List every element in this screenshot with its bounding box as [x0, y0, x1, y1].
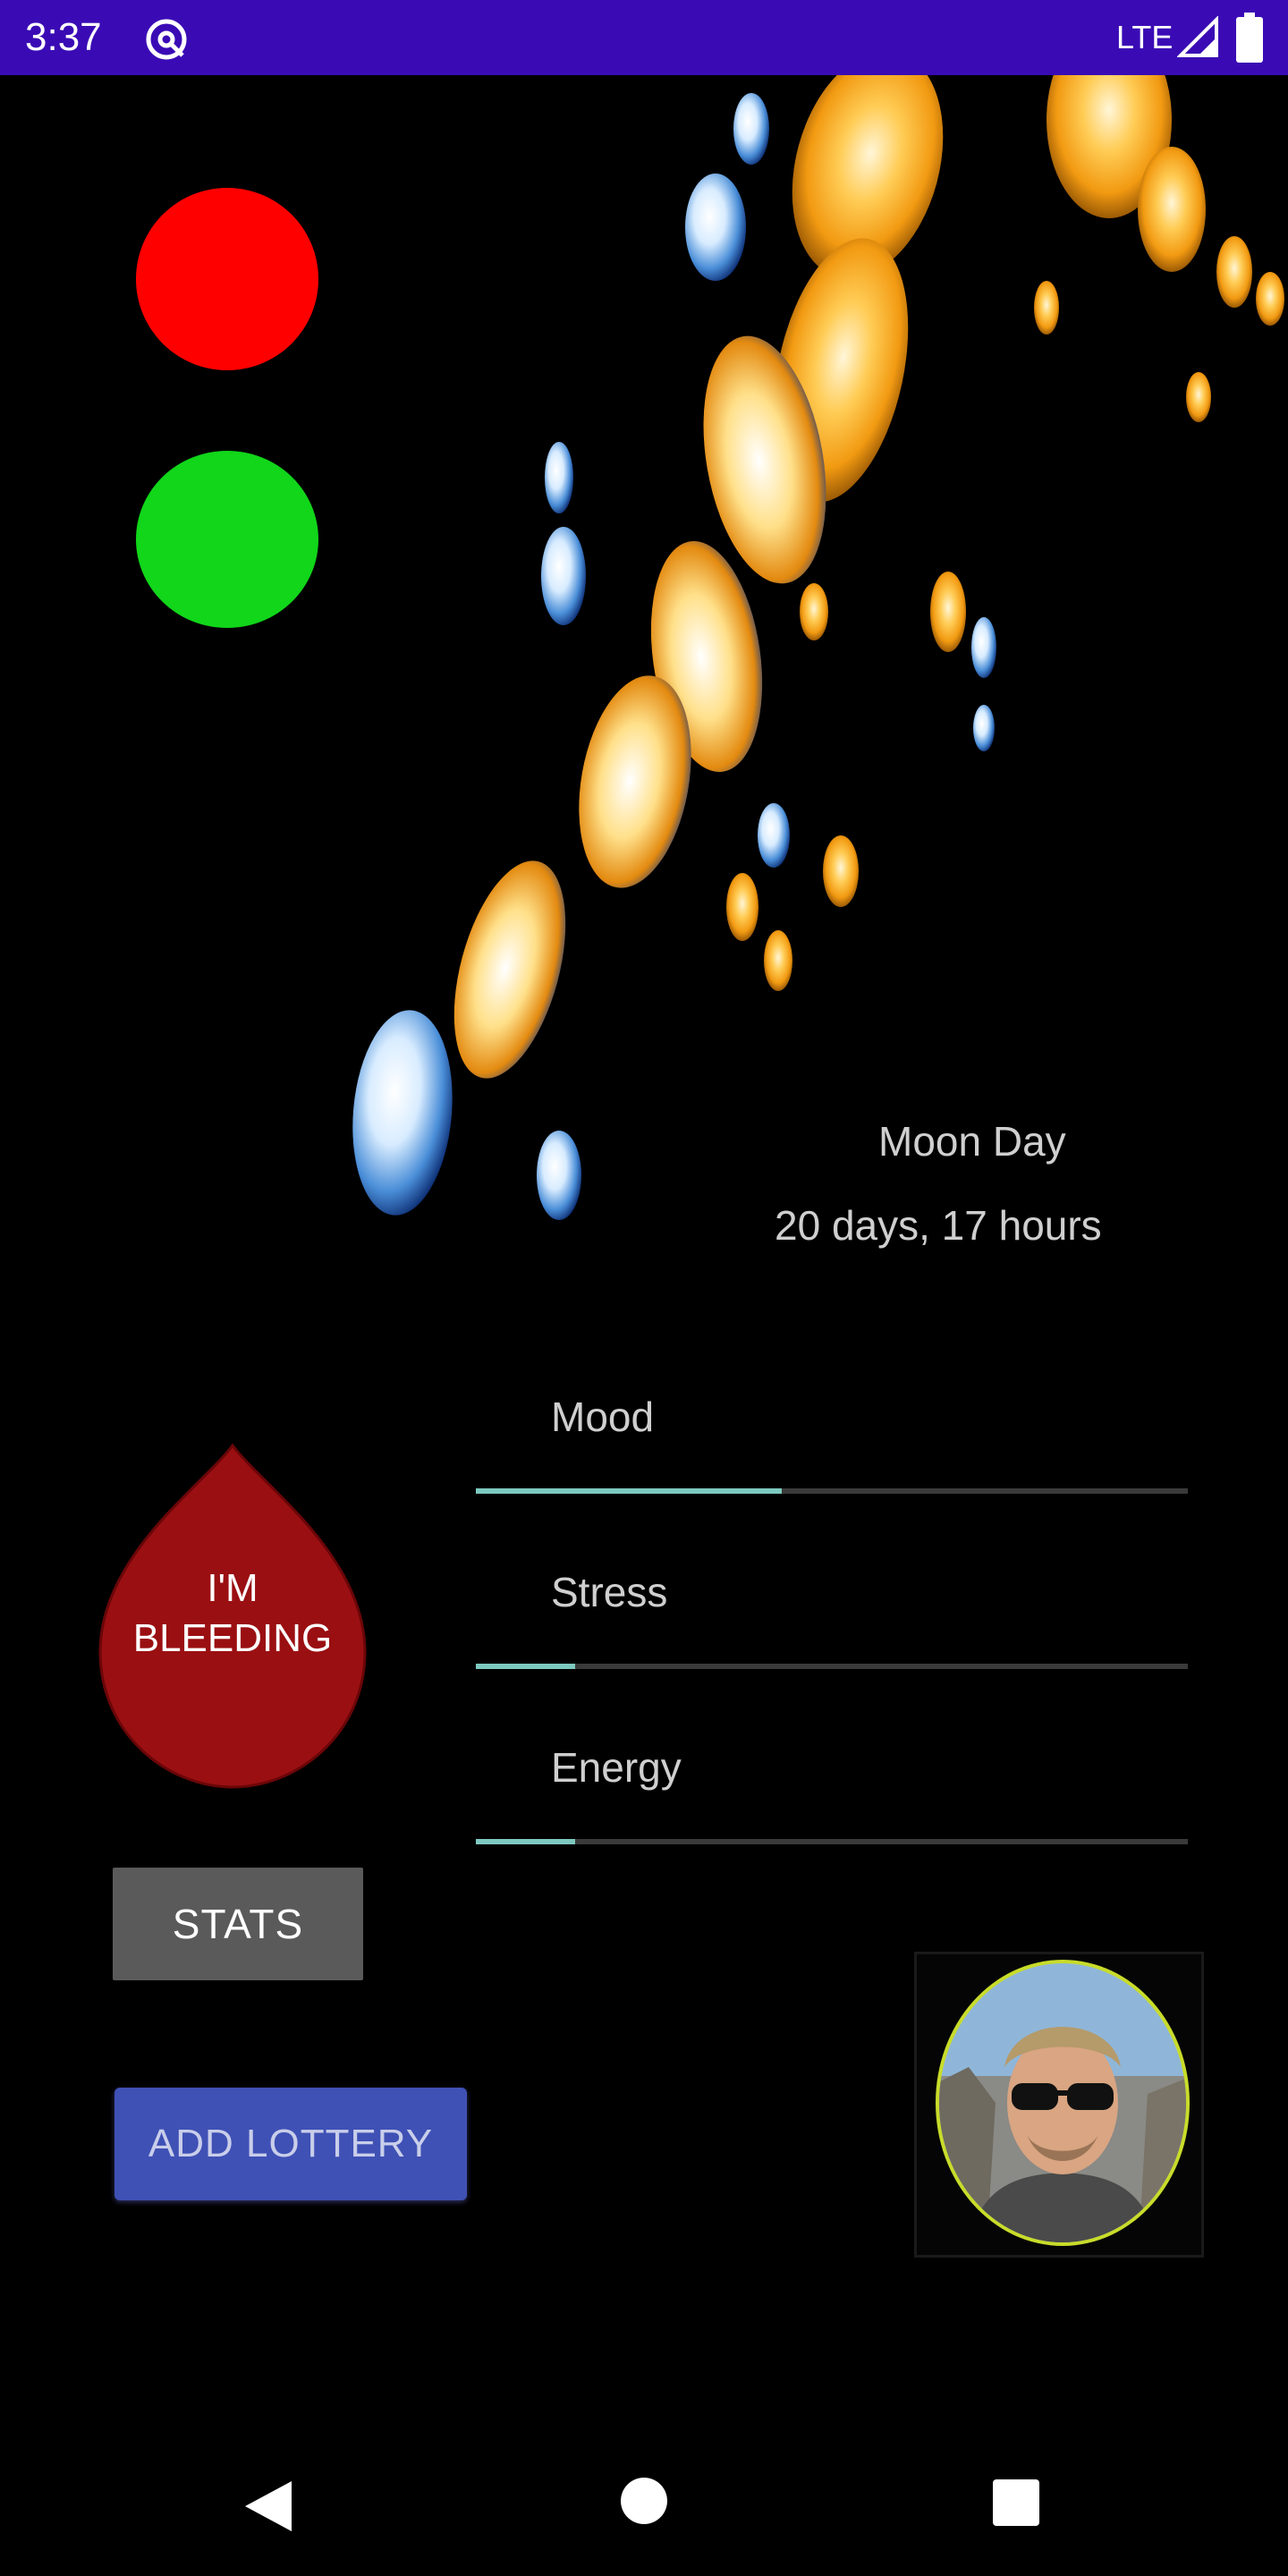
moon-day-label: Moon Day [878, 1118, 1066, 1165]
home-circle-icon[interactable] [621, 2478, 667, 2524]
stress-slider[interactable] [476, 1664, 1188, 1669]
mood-slider-fill [476, 1488, 783, 1494]
signal-icon [1177, 16, 1218, 57]
add-lottery-button[interactable]: ADD LOTTERY [114, 2088, 467, 2200]
bleeding-button-label: I'M BLEEDING [97, 1563, 369, 1664]
fractal-image [352, 75, 1284, 1220]
red-indicator[interactable] [136, 188, 318, 370]
energy-slider-fill [476, 1839, 576, 1844]
stats-button[interactable]: STATS [113, 1868, 363, 1980]
green-indicator[interactable] [136, 451, 318, 628]
mood-label: Mood [551, 1394, 655, 1440]
energy-slider[interactable] [476, 1839, 1188, 1844]
network-type: LTE [1116, 19, 1174, 55]
battery-icon [1236, 13, 1263, 63]
status-bar: 3:37 LTE [0, 0, 1288, 75]
bleeding-label-line2: BLEEDING [132, 1616, 333, 1660]
at-sign-icon [146, 19, 187, 60]
stress-slider-fill [476, 1664, 576, 1669]
fractal-blobs [352, 75, 1284, 1220]
stress-label: Stress [551, 1569, 668, 1615]
bleeding-label-line1: I'M [207, 1566, 258, 1610]
avatar [936, 1960, 1190, 2246]
recents-square-icon[interactable] [993, 2479, 1039, 2526]
moon-day-value: 20 days, 17 hours [775, 1202, 1102, 1249]
back-triangle-icon[interactable] [242, 2478, 295, 2535]
status-time: 3:37 [25, 15, 102, 59]
mood-slider[interactable] [476, 1488, 1188, 1494]
avatar-frame[interactable] [914, 1952, 1204, 2258]
navigation-bar [0, 2419, 1288, 2576]
main-content: Moon Day 20 days, 17 hours I'M BLEEDING … [0, 75, 1288, 2419]
energy-label: Energy [551, 1744, 682, 1791]
